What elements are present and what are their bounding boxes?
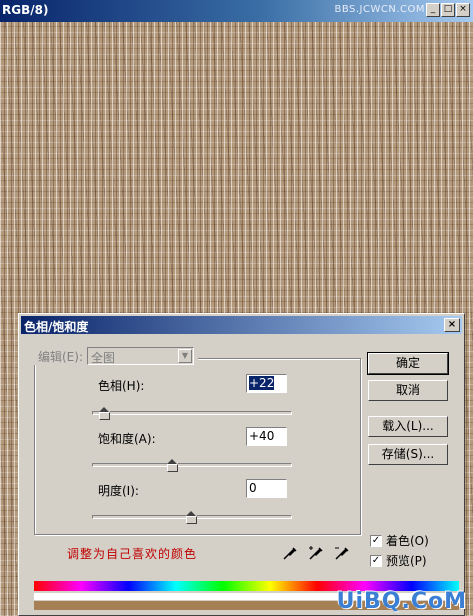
minimize-button[interactable]: _ <box>426 3 440 17</box>
save-button[interactable]: 存储(S)... <box>368 444 448 465</box>
preview-checkbox[interactable]: ✓ <box>370 554 382 567</box>
annotation-hint: 调整为自己喜欢的颜色 <box>67 547 198 561</box>
chevron-down-icon[interactable]: ▼ <box>178 349 192 363</box>
dialog-titlebar[interactable]: 色相/饱和度 × <box>21 316 462 334</box>
eyedropper-icon[interactable] <box>281 544 299 562</box>
saturation-value: +40 <box>249 429 275 443</box>
adjustment-group <box>34 358 361 535</box>
saturation-slider-track[interactable] <box>92 463 292 467</box>
edit-row: 编辑(E): 全图 ▼ <box>34 347 198 365</box>
saturation-input[interactable]: +40 <box>246 427 287 446</box>
site-watermark: BBS.JCWCN.COM <box>334 4 425 15</box>
lightness-label: 明度(I): <box>98 484 139 498</box>
eyedropper-tools <box>281 544 351 562</box>
site-logo-watermark: UiBQ.CoM <box>336 589 467 614</box>
window-controls: _ □ × <box>426 3 470 17</box>
colorize-checkbox-row[interactable]: ✓ 着色(O) <box>370 532 429 549</box>
lightness-value: 0 <box>249 481 257 495</box>
hue-input[interactable]: +22 <box>246 374 287 393</box>
ok-button[interactable]: 确定 <box>367 352 449 375</box>
dialog-title: 色相/饱和度 <box>24 320 89 334</box>
eyedropper-minus-icon[interactable] <box>333 544 351 562</box>
saturation-slider-thumb[interactable] <box>167 459 178 472</box>
document-titlebar[interactable]: RGB/8) BBS.JCWCN.COM _ □ × <box>0 0 473 22</box>
edit-select-value: 全图 <box>91 351 116 365</box>
hue-saturation-dialog: 色相/饱和度 × 编辑(E): 全图 ▼ 色相(H): +22 饱和度(A): … <box>18 313 465 616</box>
load-button[interactable]: 载入(L)... <box>368 416 448 437</box>
lightness-slider-thumb[interactable] <box>186 511 197 524</box>
hue-label: 色相(H): <box>98 379 145 393</box>
dialog-close-button[interactable]: × <box>444 318 460 332</box>
eyedropper-plus-icon[interactable] <box>307 544 325 562</box>
lightness-input[interactable]: 0 <box>246 479 287 498</box>
edit-select[interactable]: 全图 ▼ <box>87 347 194 365</box>
saturation-label: 饱和度(A): <box>98 432 156 446</box>
cancel-button[interactable]: 取消 <box>368 380 448 401</box>
colorize-label: 着色(O) <box>386 534 429 548</box>
document-title: RGB/8) <box>2 3 49 17</box>
preview-checkbox-row[interactable]: ✓ 预览(P) <box>370 552 427 569</box>
edit-label: 编辑(E): <box>38 349 83 364</box>
hue-value: +22 <box>249 376 275 390</box>
hue-slider-thumb[interactable] <box>99 407 110 420</box>
colorize-checkbox[interactable]: ✓ <box>370 534 382 547</box>
preview-label: 预览(P) <box>386 554 427 568</box>
hue-slider-track[interactable] <box>92 411 292 415</box>
maximize-button[interactable]: □ <box>441 3 455 17</box>
close-button[interactable]: × <box>456 3 470 17</box>
